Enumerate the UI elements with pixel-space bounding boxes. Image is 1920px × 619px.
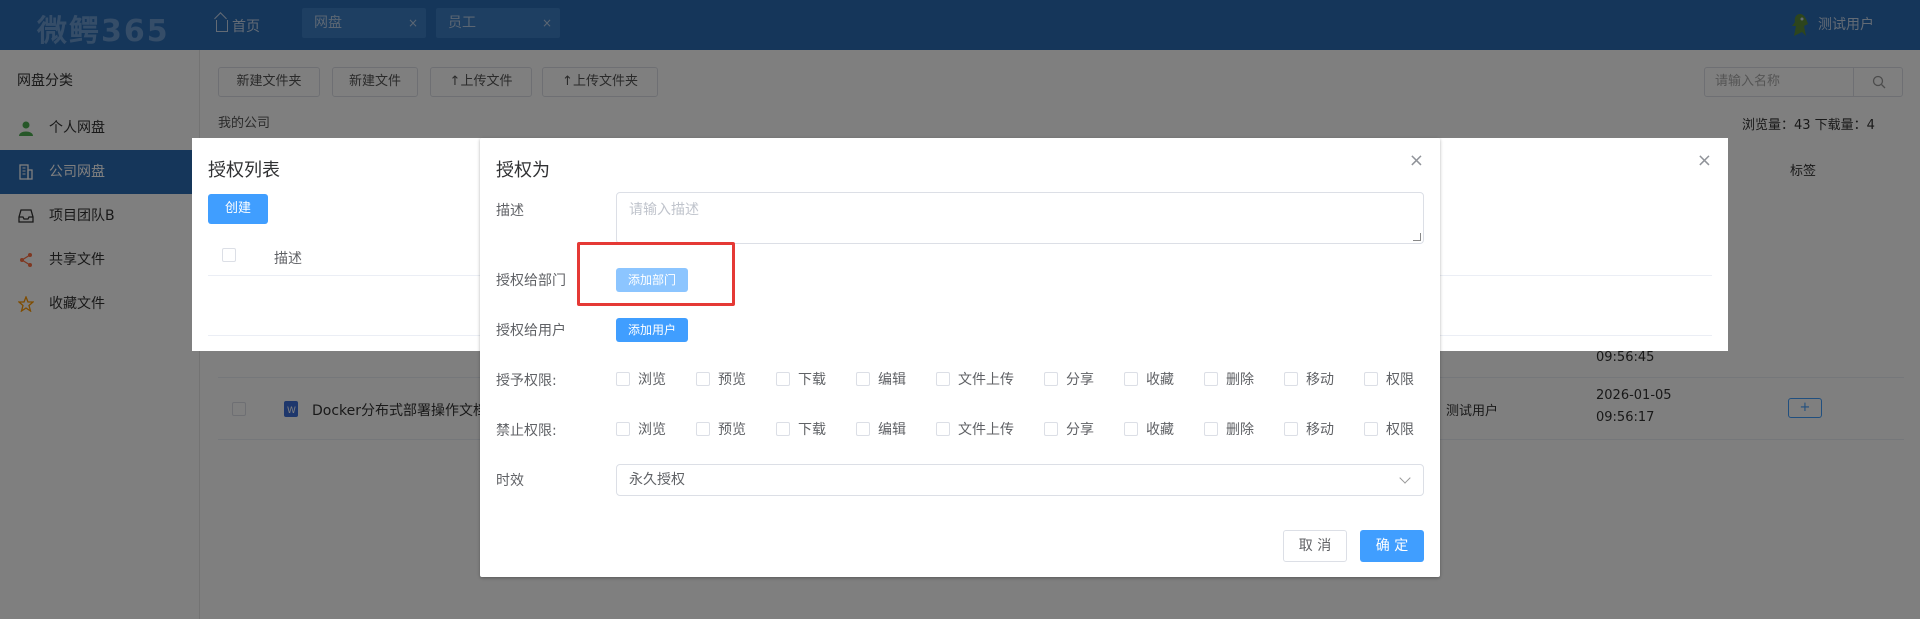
- auth-dialog: 授权为 × 描述 请输入描述 授权给部门 添加部门 授权给用户 添加用户 授予权…: [480, 138, 1440, 577]
- deny-move-checkbox[interactable]: 移动: [1284, 420, 1334, 440]
- validity-value: 永久授权: [629, 472, 685, 488]
- grant-browse-checkbox[interactable]: 浏览: [616, 370, 666, 390]
- create-button[interactable]: 创建: [208, 194, 268, 224]
- deny-preview-checkbox[interactable]: 预览: [696, 420, 746, 440]
- deny-upload-checkbox[interactable]: 文件上传: [936, 420, 1014, 440]
- deny-label: 禁止权限:: [496, 423, 557, 439]
- grant-delete-checkbox[interactable]: 删除: [1204, 370, 1254, 390]
- deny-permission-checkbox[interactable]: 权限: [1364, 420, 1414, 440]
- cancel-button[interactable]: 取 消: [1283, 530, 1347, 562]
- desc-placeholder: 请输入描述: [629, 202, 699, 218]
- deny-browse-checkbox[interactable]: 浏览: [616, 420, 666, 440]
- desc-textarea[interactable]: 请输入描述: [616, 192, 1424, 244]
- highlight-box: [577, 242, 735, 306]
- select-all-checkbox[interactable]: [222, 248, 236, 262]
- confirm-button[interactable]: 确 定: [1360, 530, 1424, 562]
- desc-label: 描述: [496, 203, 524, 219]
- validity-select[interactable]: 永久授权: [616, 464, 1424, 496]
- close-icon[interactable]: ×: [1697, 150, 1712, 171]
- chevron-down-icon: [1399, 472, 1411, 484]
- grant-upload-checkbox[interactable]: 文件上传: [936, 370, 1014, 390]
- column-desc: 描述: [274, 251, 302, 267]
- deny-share-checkbox[interactable]: 分享: [1044, 420, 1094, 440]
- dialog-title: 授权列表: [208, 160, 280, 181]
- user-label: 授权给用户: [496, 323, 566, 339]
- deny-download-checkbox[interactable]: 下载: [776, 420, 826, 440]
- grant-favorite-checkbox[interactable]: 收藏: [1124, 370, 1174, 390]
- grant-move-checkbox[interactable]: 移动: [1284, 370, 1334, 390]
- deny-delete-checkbox[interactable]: 删除: [1204, 420, 1254, 440]
- close-icon[interactable]: ×: [1409, 150, 1424, 171]
- deny-edit-checkbox[interactable]: 编辑: [856, 420, 906, 440]
- deny-favorite-checkbox[interactable]: 收藏: [1124, 420, 1174, 440]
- dialog-title: 授权为: [496, 160, 550, 181]
- grant-permission-checkbox[interactable]: 权限: [1364, 370, 1414, 390]
- grant-label: 授予权限:: [496, 373, 557, 389]
- resize-handle[interactable]: [1413, 233, 1421, 241]
- grant-share-checkbox[interactable]: 分享: [1044, 370, 1094, 390]
- dept-label: 授权给部门: [496, 273, 566, 289]
- add-user-button[interactable]: 添加用户: [616, 318, 689, 342]
- validity-label: 时效: [496, 473, 524, 489]
- grant-edit-checkbox[interactable]: 编辑: [856, 370, 906, 390]
- grant-download-checkbox[interactable]: 下载: [776, 370, 826, 390]
- grant-preview-checkbox[interactable]: 预览: [696, 370, 746, 390]
